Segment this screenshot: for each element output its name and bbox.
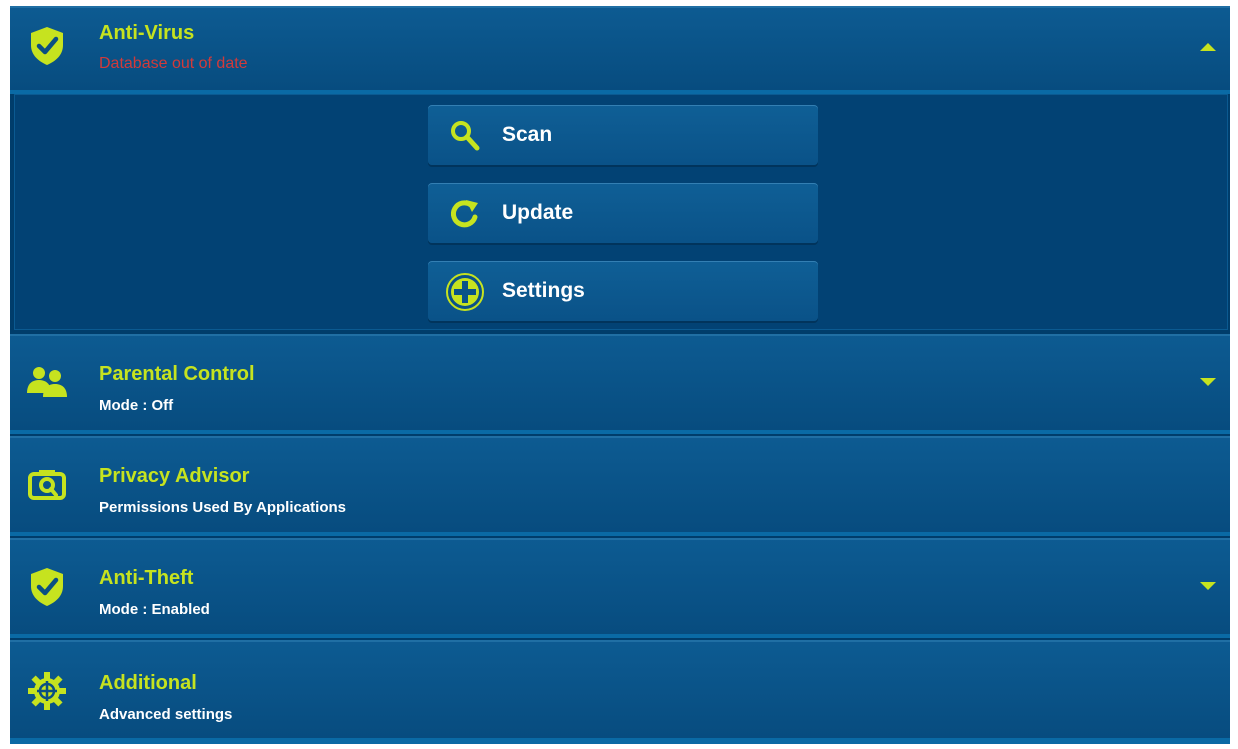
people-icon <box>24 358 70 404</box>
section-status: Database out of date <box>99 55 248 72</box>
scan-label: Scan <box>502 123 553 146</box>
section-status: Mode : Off <box>99 397 174 414</box>
gear-crosshair-icon <box>24 668 70 714</box>
section-antivirus[interactable]: Anti-Virus Database out of date <box>10 6 1230 94</box>
section-title: Parental Control <box>99 363 255 385</box>
section-title: Privacy Advisor <box>99 465 250 487</box>
settings-label: Settings <box>502 279 585 302</box>
section-status: Permissions Used By Applications <box>99 499 347 516</box>
plus-circle-icon <box>443 270 487 314</box>
security-app: Anti-Virus Database out of date Scan Upd… <box>10 6 1230 744</box>
privacy-lens-icon <box>24 462 70 508</box>
section-parental-control[interactable]: Parental Control Mode : Off <box>10 334 1230 434</box>
shield-check-icon <box>24 23 70 69</box>
chevron-up-icon[interactable] <box>1200 43 1216 51</box>
section-title: Additional <box>99 672 197 694</box>
update-label: Update <box>502 201 574 224</box>
section-title: Anti-Virus <box>99 22 195 44</box>
settings-button[interactable]: Settings <box>428 261 818 321</box>
magnifier-icon <box>443 114 487 158</box>
update-button[interactable]: Update <box>428 183 818 243</box>
section-anti-theft[interactable]: Anti-Theft Mode : Enabled <box>10 538 1230 638</box>
chevron-down-icon[interactable] <box>1200 582 1216 590</box>
section-title: Anti-Theft <box>99 567 194 589</box>
chevron-down-icon[interactable] <box>1200 378 1216 386</box>
refresh-icon <box>443 192 487 236</box>
section-privacy-advisor[interactable]: Privacy Advisor Permissions Used By Appl… <box>10 436 1230 536</box>
section-status: Mode : Enabled <box>99 601 210 618</box>
scan-button[interactable]: Scan <box>428 105 818 165</box>
section-additional[interactable]: Additional Advanced settings <box>10 640 1230 744</box>
section-status: Advanced settings <box>99 706 233 723</box>
shield-check-icon <box>24 564 70 610</box>
antivirus-actions-panel: Scan Update Settings <box>14 94 1228 330</box>
